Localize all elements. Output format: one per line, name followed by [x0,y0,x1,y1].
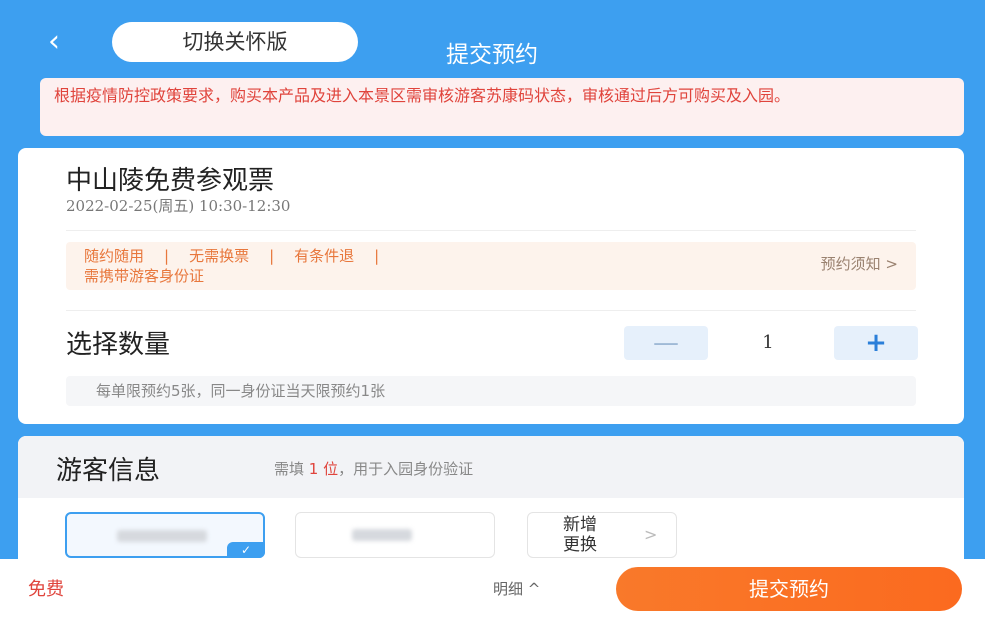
footer-bar: 免费 明细 ^ 提交预约 [0,559,985,617]
ticket-datetime: 2022-02-25(周五) 10:30-12:30 [66,197,291,215]
policy-notice: 根据疫情防控政策要求，购买本产品及进入本景区需审核游客苏康码状态，审核通过后方可… [40,78,964,136]
tag-separator: | [269,247,275,265]
detail-toggle[interactable]: 明细 ^ [493,578,540,599]
care-mode-button[interactable]: 切换关怀版 [112,22,358,62]
visitor-hint-suffix: ，用于入园身份验证 [338,460,474,478]
divider [66,310,916,311]
visitor-header: 游客信息 需填 1 位，用于入园身份验证 [18,436,964,498]
visitor-option-selected[interactable]: ✓ [65,512,265,558]
limit-note: 每单限预约5张，同一身份证当天限预约1张 [66,376,916,406]
submit-booking-button[interactable]: 提交预约 [616,567,962,611]
blurred-name [117,530,207,542]
back-icon[interactable]: ‹ [36,22,72,62]
quantity-minus-button[interactable]: — [624,326,708,360]
quantity-value: 1 [762,332,774,353]
tag-separator: | [374,247,380,265]
tag-item: 有条件退 [294,247,355,265]
header-bar: ‹ 切换关怀版 提交预约 [0,0,985,80]
ticket-name: 中山陵免费参观票 [66,166,275,196]
divider [66,230,916,231]
quantity-label: 选择数量 [66,330,171,360]
page-title: 提交预约 [446,42,538,68]
ticket-card: 中山陵免费参观票 2022-02-25(周五) 10:30-12:30 随约随用… [18,148,964,424]
booking-notice-link[interactable]: 预约须知 > [821,254,898,274]
visitor-hint-count: 1 位 [308,460,339,478]
tag-separator: | [164,247,170,265]
price-text: 免费 [28,579,64,600]
tag-item: 无需换票 [189,247,250,265]
visitor-option[interactable] [295,512,495,558]
ticket-tags: 随约随用 | 无需换票 | 有条件退 | 需携带游客身份证 预约须知 > [66,242,916,290]
add-change-label: 新增更换 [563,515,597,555]
check-icon: ✓ [227,542,265,558]
visitor-hint: 需填 1 位，用于入园身份验证 [274,458,473,479]
add-change-visitor-button[interactable]: 新增更换 > [527,512,677,558]
tag-item: 随约随用 [84,247,145,265]
tag-item: 需携带游客身份证 [84,267,205,285]
blurred-name [352,529,412,541]
chevron-right-icon: > [644,525,658,544]
quantity-plus-button[interactable]: + [834,326,918,360]
visitor-title: 游客信息 [56,456,161,486]
visitor-hint-prefix: 需填 [274,460,305,478]
